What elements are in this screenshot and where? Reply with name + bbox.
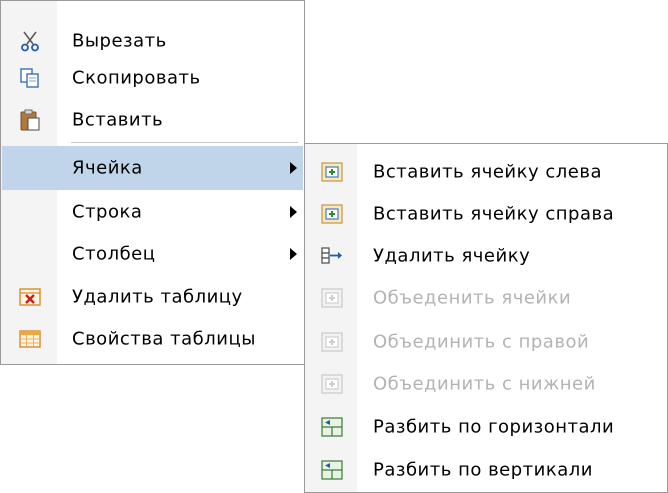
menu-item-label: Строка (72, 201, 143, 223)
menu-item-cell[interactable]: Ячейка (2, 146, 303, 190)
submenu-item-merge-cells[interactable]: Объеденить ячейки (306, 276, 666, 320)
merge-right-icon (321, 332, 343, 352)
submenu-item-label: Разбить по горизонтали (373, 416, 615, 438)
menu-item-label: Свойства таблицы (72, 328, 256, 350)
submenu-item-insert-cell-left[interactable]: Вставить ячейку слева (306, 150, 666, 194)
submenu-item-delete-cell[interactable]: Удалить ячейку (306, 234, 666, 278)
delete-cell-icon (321, 247, 342, 264)
submenu-item-label: Объеденить ячейки (373, 287, 572, 309)
menu-item-copy[interactable]: Скопировать (2, 56, 303, 100)
split-vertical-icon (321, 460, 343, 480)
menu-item-row[interactable]: Строка (2, 190, 303, 234)
context-menu: Вырезать Скопировать Вставить Ячейка Стр… (0, 0, 305, 365)
menu-item-label: Вырезать (72, 30, 167, 52)
menu-item-label: Скопировать (72, 67, 201, 89)
menu-item-delete-table[interactable]: Удалить таблицу (2, 275, 303, 319)
submenu-arrow-icon (290, 248, 297, 260)
scissors-icon (21, 31, 39, 52)
copy-icon (20, 68, 39, 88)
submenu-item-label: Разбить по вертикали (373, 459, 593, 481)
menu-separator (71, 142, 298, 143)
submenu-item-label: Удалить ячейку (373, 245, 531, 267)
submenu-item-split-vertical[interactable]: Разбить по вертикали (306, 448, 666, 492)
submenu-item-merge-right[interactable]: Объединить с правой (306, 320, 666, 364)
submenu-item-split-horizontal[interactable]: Разбить по горизонтали (306, 405, 666, 449)
submenu-item-label: Объединить с нижней (373, 373, 596, 395)
submenu-item-insert-cell-right[interactable]: Вставить ячейку справа (306, 192, 666, 236)
menu-item-column[interactable]: Столбец (2, 232, 303, 276)
menu-item-label: Удалить таблицу (72, 286, 243, 308)
submenu-arrow-icon (290, 162, 297, 174)
submenu-arrow-icon (290, 206, 297, 218)
table-properties-icon (19, 330, 41, 348)
cell-submenu: Вставить ячейку слева Вставить ячейку сп… (304, 143, 668, 493)
merge-down-icon (321, 374, 343, 394)
submenu-item-label: Вставить ячейку справа (373, 203, 615, 225)
submenu-item-label: Вставить ячейку слева (373, 161, 602, 183)
insert-cell-icon (321, 204, 343, 224)
submenu-item-merge-down[interactable]: Объединить с нижней (306, 362, 666, 406)
merge-cells-icon (321, 288, 343, 308)
split-horizontal-icon (321, 417, 343, 437)
menu-item-label: Вставить (72, 109, 164, 131)
paste-icon (20, 109, 40, 131)
menu-item-label: Столбец (72, 243, 156, 265)
menu-item-paste[interactable]: Вставить (2, 98, 303, 142)
menu-item-table-properties[interactable]: Свойства таблицы (2, 317, 303, 361)
insert-cell-icon (321, 162, 343, 182)
submenu-item-label: Объединить с правой (373, 331, 590, 353)
delete-table-icon (19, 288, 41, 306)
menu-item-label: Ячейка (72, 157, 143, 179)
